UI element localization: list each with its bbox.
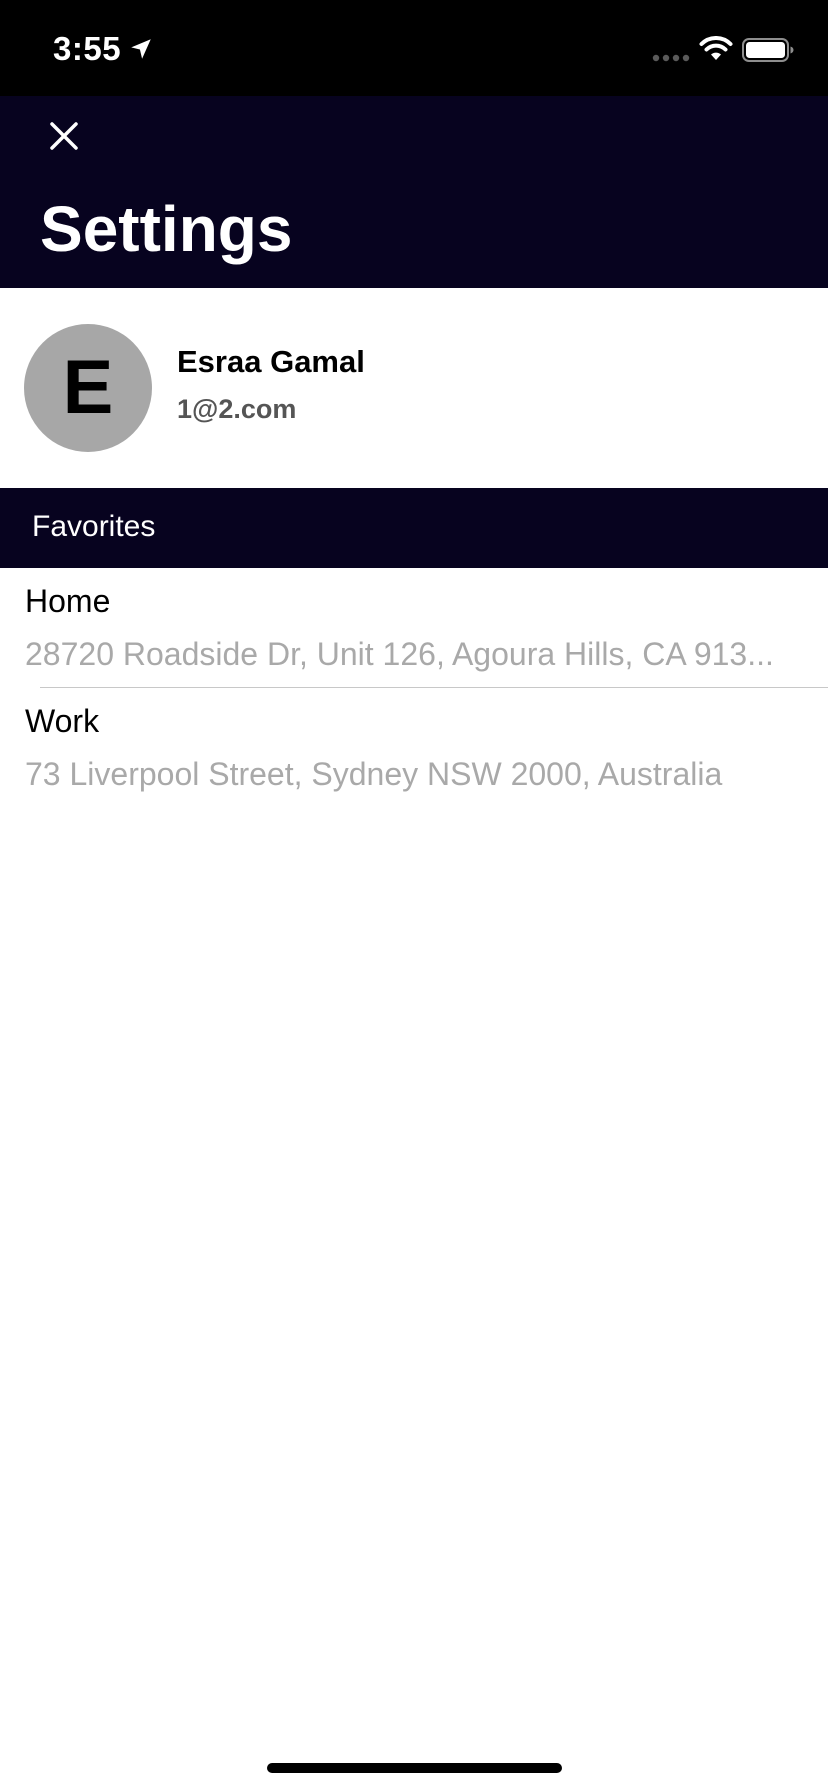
user-email: 1@2.com [177, 394, 297, 424]
status-time: 3:55 [53, 30, 122, 67]
favorites-section-header: Favorites [0, 488, 828, 568]
close-button[interactable] [40, 112, 88, 160]
close-icon [50, 122, 78, 150]
favorites-section-title: Favorites [32, 510, 156, 543]
user-name: Esraa Gamal [177, 344, 365, 379]
status-bar: 3:55 [0, 0, 828, 96]
page-title: Settings [40, 193, 293, 265]
battery-icon [742, 38, 794, 62]
home-indicator [267, 1763, 562, 1773]
favorite-label: Work [25, 703, 100, 739]
profile-card[interactable]: E Esraa Gamal 1@2.com [0, 288, 828, 488]
wifi-icon [699, 36, 733, 60]
favorite-label: Home [25, 583, 111, 619]
favorite-item-home[interactable]: Home 28720 Roadside Dr, Unit 126, Agoura… [0, 568, 828, 688]
favorite-address: 28720 Roadside Dr, Unit 126, Agoura Hill… [25, 636, 774, 672]
cellular-dots-icon [652, 54, 690, 62]
avatar: E [24, 324, 152, 452]
location-arrow-icon [131, 39, 151, 59]
favorite-item-work[interactable]: Work 73 Liverpool Street, Sydney NSW 200… [0, 688, 828, 808]
settings-header: Settings [0, 96, 828, 288]
favorites-list: Home 28720 Roadside Dr, Unit 126, Agoura… [0, 568, 828, 808]
favorite-address: 73 Liverpool Street, Sydney NSW 2000, Au… [25, 756, 723, 792]
